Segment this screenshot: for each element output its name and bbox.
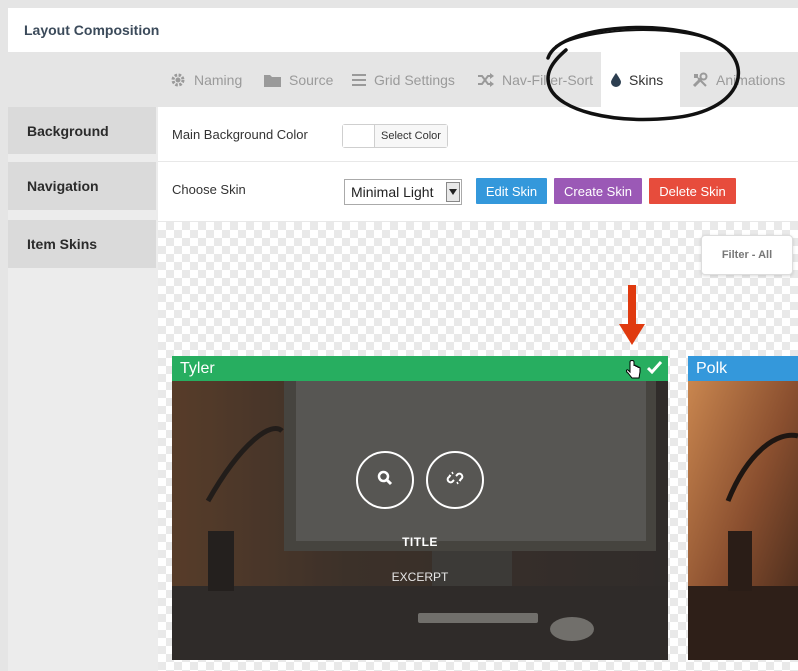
card-title: TITLE — [402, 535, 438, 549]
background-row: Main Background Color Select Color — [158, 107, 798, 162]
tab-bar: Naming Source Grid Settings Nav-Filter-S… — [158, 52, 798, 107]
sidebar-item-label: Navigation — [27, 178, 99, 194]
tab-label: Source — [289, 71, 334, 88]
card-image — [688, 381, 798, 660]
sidebar-item-item-skins[interactable]: Item Skins — [8, 220, 156, 268]
tab-skins[interactable]: Skins — [601, 52, 680, 107]
tab-label: Grid Settings — [374, 71, 455, 88]
main-panel: Main Background Color Select Color Choos… — [158, 107, 798, 671]
card-header[interactable]: Polk — [688, 356, 798, 381]
color-picker[interactable]: Select Color — [342, 124, 448, 148]
choose-skin-label: Choose Skin — [172, 182, 246, 197]
tab-nav-filter-sort[interactable]: Nav-Filter-Sort — [478, 52, 593, 107]
card-header[interactable]: Tyler — [172, 356, 668, 381]
card-image: TITLE EXCERPT — [172, 381, 668, 660]
tab-label: Naming — [194, 71, 243, 88]
sidebar: Background Navigation Item Skins — [8, 107, 158, 671]
skin-select-value: Minimal Light — [351, 184, 434, 200]
check-icon — [646, 360, 663, 379]
broken-link-icon — [446, 469, 464, 492]
tab-label: Skins — [629, 71, 664, 88]
edit-skin-button[interactable]: Edit Skin — [476, 178, 547, 204]
tab-source[interactable]: Source — [264, 52, 333, 107]
header-bar: Layout Composition — [8, 8, 798, 52]
skin-card-tyler[interactable]: Tyler TITLE EXCERPT — [172, 356, 668, 660]
list-icon — [352, 73, 366, 86]
tab-grid-settings[interactable]: Grid Settings — [352, 52, 455, 107]
zoom-button[interactable] — [356, 451, 414, 509]
tab-label: Animations — [716, 71, 786, 88]
tab-naming[interactable]: Naming — [170, 52, 242, 107]
delete-skin-button[interactable]: Delete Skin — [649, 178, 736, 204]
card-name: Polk — [696, 359, 728, 377]
card-excerpt: EXCERPT — [391, 570, 449, 584]
create-skin-button[interactable]: Create Skin — [554, 178, 642, 204]
tools-icon — [692, 72, 708, 88]
sidebar-item-label: Background — [27, 122, 109, 139]
filter-all-button[interactable]: Filter - All — [701, 235, 793, 275]
main-background-color-label: Main Background Color — [172, 127, 308, 142]
shuffle-icon — [478, 72, 494, 87]
drop-icon — [611, 72, 621, 87]
page: Layout Composition Naming Source Grid Se… — [0, 0, 798, 671]
search-icon — [377, 470, 393, 491]
chevron-down-icon[interactable] — [446, 182, 460, 202]
tab-animations[interactable]: Animations — [692, 52, 785, 107]
tab-label: Nav-Filter-Sort — [502, 71, 594, 88]
link-button[interactable] — [426, 451, 484, 509]
page-title: Layout Composition — [24, 22, 160, 38]
sidebar-item-background[interactable]: Background — [8, 107, 156, 154]
folder-icon — [264, 73, 281, 87]
sidebar-item-navigation[interactable]: Navigation — [8, 162, 156, 210]
gear-icon — [170, 72, 186, 88]
select-color-button[interactable]: Select Color — [375, 125, 447, 147]
skin-select[interactable]: Minimal Light — [344, 179, 462, 205]
color-swatch[interactable] — [343, 125, 375, 147]
card-name: Tyler — [180, 359, 215, 377]
skin-card-polk[interactable]: Polk — [688, 356, 798, 660]
sidebar-item-label: Item Skins — [27, 236, 98, 252]
